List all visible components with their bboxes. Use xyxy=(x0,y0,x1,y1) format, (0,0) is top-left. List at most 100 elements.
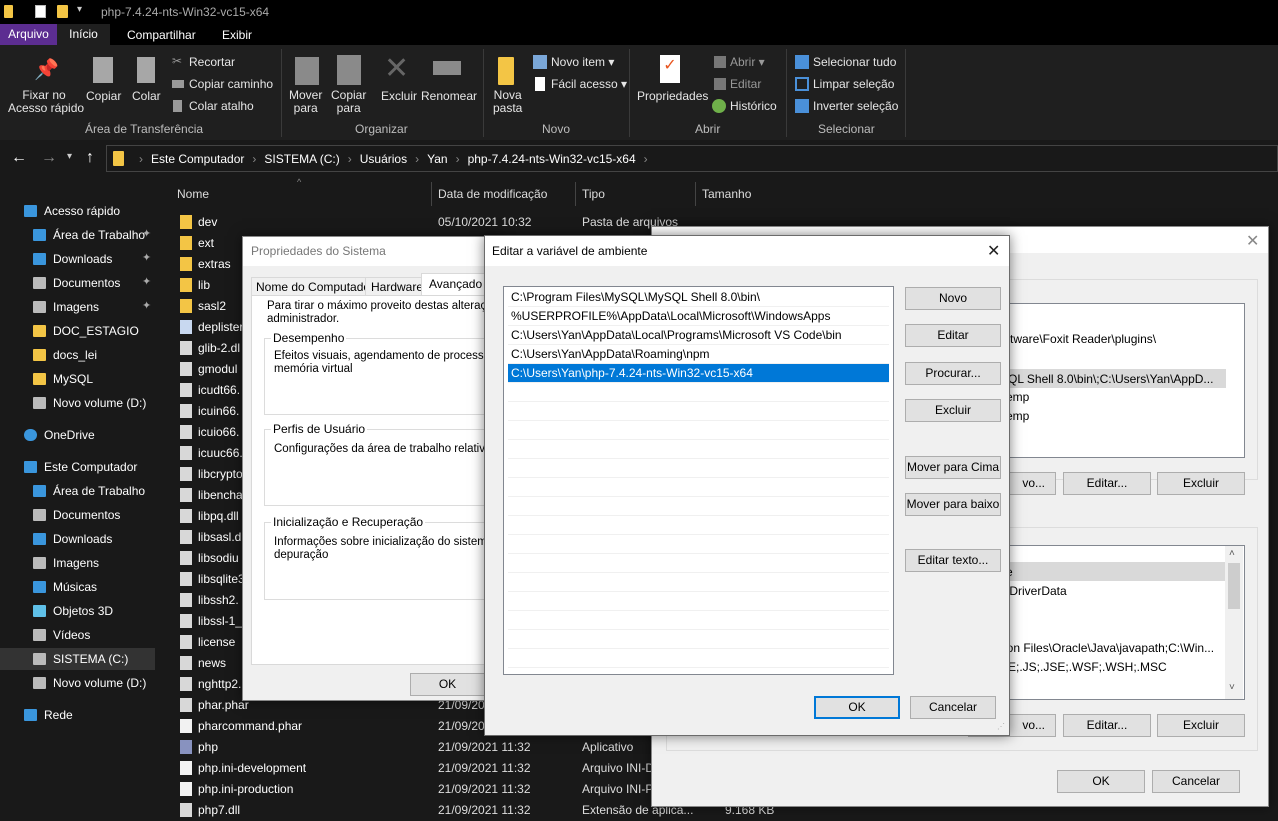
file-row[interactable]: php.ini-production 21/09/2021 11:32 Arquiv… xyxy=(170,779,730,800)
tab-inicio[interactable]: Início xyxy=(57,24,110,45)
sidebar-item[interactable]: OneDrive xyxy=(0,424,155,446)
sidebar-item[interactable]: Vídeos xyxy=(0,624,155,646)
customize-quick-access-icon[interactable]: ▾ xyxy=(77,4,82,15)
new-folder-button[interactable]: Nova pasta xyxy=(493,89,522,115)
empty-row[interactable] xyxy=(508,573,889,592)
empty-row[interactable] xyxy=(508,554,889,573)
empty-row[interactable] xyxy=(508,402,889,421)
scrollbar[interactable]: ˄ ˅ xyxy=(1225,546,1243,699)
pin-icon[interactable]: ✦ xyxy=(142,227,151,240)
new-button[interactable]: Novo xyxy=(905,287,1001,310)
delete-button[interactable]: Excluir xyxy=(381,89,417,103)
empty-row[interactable] xyxy=(508,592,889,611)
sidebar-item[interactable]: Rede xyxy=(0,704,155,726)
delete-button[interactable]: Excluir xyxy=(905,399,1001,422)
empty-row[interactable] xyxy=(508,649,889,668)
file-row[interactable]: php.ini-development 21/09/2021 11:32 Arqui… xyxy=(170,758,730,779)
list-item[interactable]: SQL Shell 8.0\bin\;C:\Users\Yan\AppD... xyxy=(994,369,1226,388)
open-button[interactable]: Abrir ▾ xyxy=(730,55,765,69)
system-variables-list[interactable]: xe s\DriverData non Files\Oracle\Java\ja… xyxy=(994,545,1245,700)
list-item[interactable]: oftware\Foxit Reader\plugins\ xyxy=(1000,332,1156,346)
user-delete-button[interactable]: Excluir xyxy=(1157,472,1245,495)
tab-hardware[interactable]: Hardware xyxy=(365,277,430,297)
history-button[interactable]: Histórico xyxy=(730,99,777,113)
system-edit-button[interactable]: Editar... xyxy=(1063,714,1151,737)
sidebar-item[interactable]: MySQL xyxy=(0,368,155,390)
cancel-button[interactable]: Cancelar xyxy=(910,696,996,719)
list-item[interactable]: xe xyxy=(994,562,1226,581)
empty-row[interactable] xyxy=(508,459,889,478)
system-delete-button[interactable]: Excluir xyxy=(1157,714,1245,737)
sidebar-item[interactable]: Músicas xyxy=(0,576,155,598)
path-entry[interactable]: %USERPROFILE%\AppData\Local\Microsoft\Wi… xyxy=(508,307,889,326)
column-header-type[interactable]: Tipo xyxy=(582,187,605,201)
file-row[interactable]: dev 05/10/2021 10:32 Pasta de arquivos xyxy=(170,212,730,233)
sidebar-item[interactable]: SISTEMA (C:) xyxy=(0,648,155,670)
user-edit-button[interactable]: Editar... xyxy=(1063,472,1151,495)
empty-row[interactable] xyxy=(508,535,889,554)
address-bar[interactable]: › Este Computador › SISTEMA (C:) › Usuários › Y… xyxy=(106,145,1278,172)
empty-row[interactable] xyxy=(508,478,889,497)
tab-advanced[interactable]: Avançado xyxy=(421,273,491,296)
copy-path-button[interactable]: Copiar caminho xyxy=(189,77,273,91)
breadcrumb-separator[interactable]: › xyxy=(252,152,256,166)
sidebar-item[interactable]: Imagens xyxy=(0,552,155,574)
path-entry[interactable]: C:\Users\Yan\AppData\Roaming\npm xyxy=(508,345,889,364)
breadcrumb-item[interactable]: Este Computador xyxy=(151,152,244,166)
browse-button[interactable]: Procurar... xyxy=(905,362,1001,385)
properties-quick-icon[interactable] xyxy=(35,5,46,18)
tab-computer-name[interactable]: Nome do Computador xyxy=(251,277,380,297)
sidebar-item[interactable]: Novo volume (D:) xyxy=(0,672,155,694)
empty-row[interactable] xyxy=(508,383,889,402)
pin-icon[interactable]: ✦ xyxy=(142,251,151,264)
paste-shortcut-button[interactable]: Colar atalho xyxy=(189,99,254,113)
sidebar-item[interactable]: DOC_ESTAGIO xyxy=(0,320,155,342)
pin-quick-access-button[interactable]: Fixar no Acesso rápido xyxy=(8,89,84,115)
breadcrumb-separator[interactable]: › xyxy=(644,152,648,166)
sidebar-item[interactable]: Objetos 3D xyxy=(0,600,155,622)
breadcrumb-separator[interactable]: › xyxy=(415,152,419,166)
column-header-name[interactable]: Nome xyxy=(177,187,209,201)
breadcrumb-item[interactable]: SISTEMA (C:) xyxy=(264,152,339,166)
paste-button[interactable]: Colar xyxy=(132,89,161,103)
edit-button[interactable]: Editar xyxy=(730,77,761,91)
up-button[interactable]: ↑ xyxy=(86,149,94,167)
new-item-button[interactable]: Novo item ▾ xyxy=(551,55,614,69)
new-folder-quick-icon[interactable] xyxy=(57,5,68,18)
sidebar-item[interactable]: Imagens ✦ xyxy=(0,296,155,318)
breadcrumb-item[interactable]: php-7.4.24-nts-Win32-vc15-x64 xyxy=(468,152,636,166)
empty-row[interactable] xyxy=(508,421,889,440)
cut-button[interactable]: Recortar xyxy=(189,55,235,69)
list-item[interactable]: BE;.JS;.JSE;.WSF;.WSH;.MSC xyxy=(1000,660,1167,674)
file-row[interactable]: php7.dll 21/09/2021 11:32 Extensão de apli… xyxy=(170,800,774,821)
forward-button[interactable]: → xyxy=(41,149,57,167)
breadcrumb-separator[interactable]: › xyxy=(456,152,460,166)
resize-grip-icon[interactable]: ⋰ xyxy=(997,722,1005,731)
scroll-thumb[interactable] xyxy=(1228,563,1240,609)
select-all-button[interactable]: Selecionar tudo xyxy=(813,55,896,69)
cancel-button[interactable]: Cancelar xyxy=(1152,770,1240,793)
copy-to-button[interactable]: Copiar para xyxy=(331,89,366,115)
path-entries-list[interactable]: C:\Program Files\MySQL\MySQL Shell 8.0\b… xyxy=(503,286,894,675)
empty-row[interactable] xyxy=(508,630,889,649)
breadcrumb-item[interactable]: Usuários xyxy=(360,152,407,166)
path-entry[interactable]: C:\Program Files\MySQL\MySQL Shell 8.0\b… xyxy=(508,288,889,307)
column-header-date[interactable]: Data de modificação xyxy=(438,187,547,201)
ok-button[interactable]: OK xyxy=(814,696,900,719)
edit-text-button[interactable]: Editar texto... xyxy=(905,549,1001,572)
pin-icon[interactable]: ✦ xyxy=(142,275,151,288)
ok-button[interactable]: OK xyxy=(410,673,485,696)
sidebar-item[interactable]: Área de Trabalho ✦ xyxy=(0,224,155,246)
tab-compartilhar[interactable]: Compartilhar xyxy=(127,28,196,42)
sidebar-item[interactable]: Documentos ✦ xyxy=(0,272,155,294)
tab-exibir[interactable]: Exibir xyxy=(222,28,252,42)
invert-selection-button[interactable]: Inverter seleção xyxy=(813,99,898,113)
pin-icon[interactable]: ✦ xyxy=(142,299,151,312)
recent-locations-button[interactable]: ▾ xyxy=(67,151,72,162)
empty-row[interactable] xyxy=(508,516,889,535)
tab-arquivo[interactable]: Arquivo xyxy=(0,24,57,45)
properties-button[interactable]: Propriedades xyxy=(637,89,708,103)
list-item[interactable]: non Files\Oracle\Java\javapath;C:\Win... xyxy=(1000,641,1214,655)
empty-row[interactable] xyxy=(508,440,889,459)
move-to-button[interactable]: Mover para xyxy=(289,89,322,115)
